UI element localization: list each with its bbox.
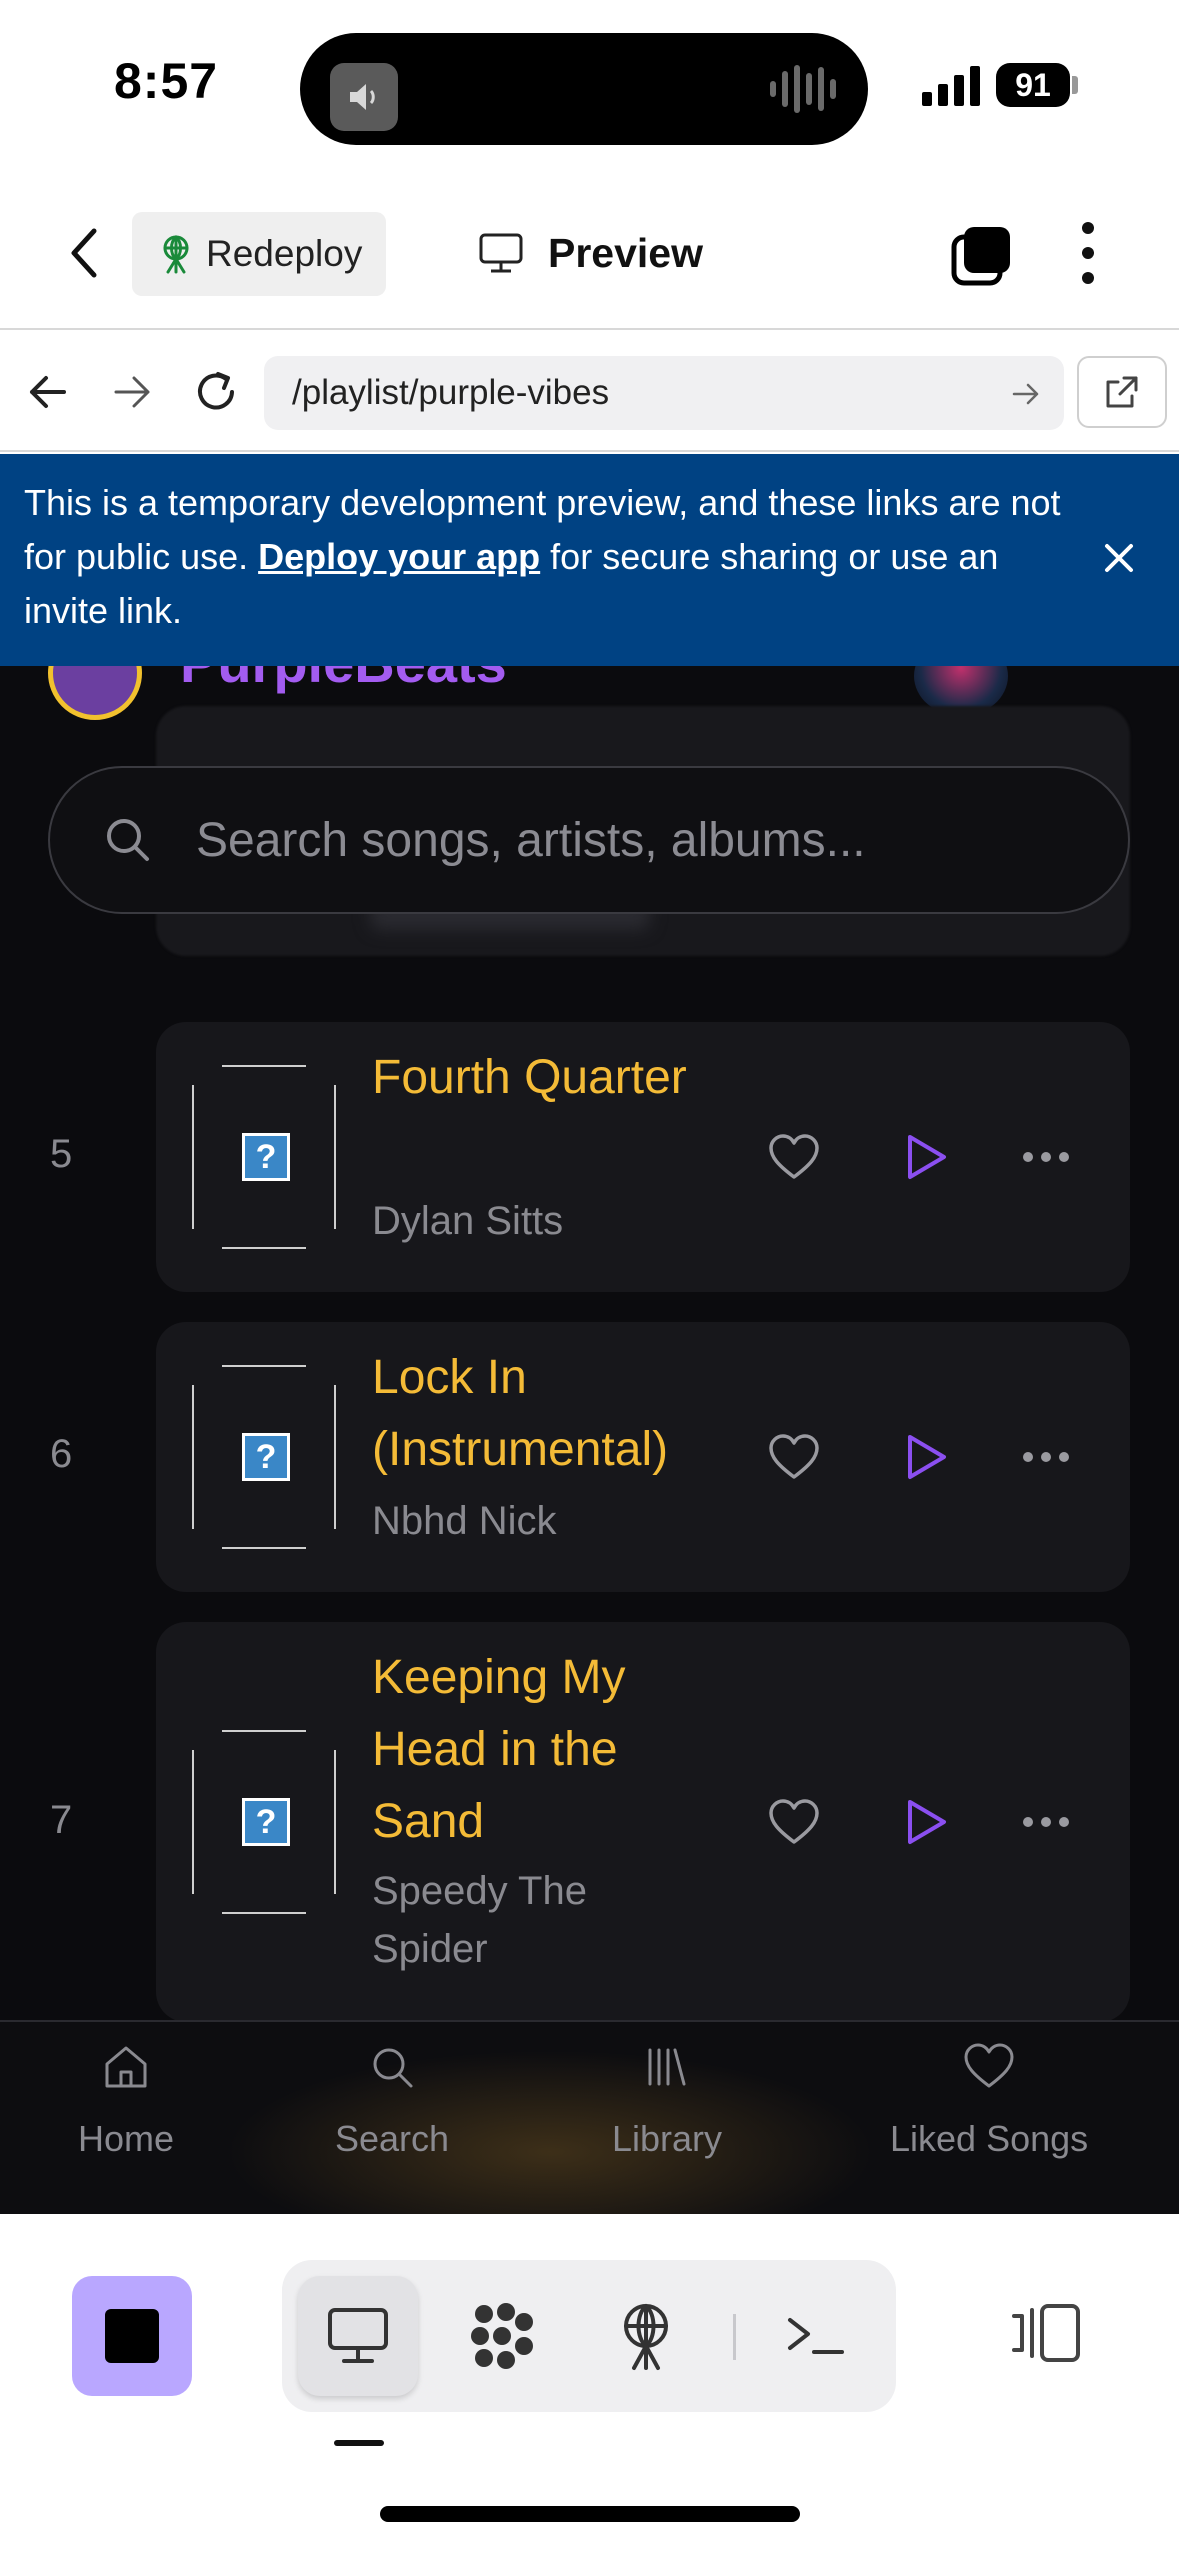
- apps-tool-button[interactable]: [442, 2276, 562, 2396]
- play-icon[interactable]: [904, 1133, 948, 1181]
- track-row[interactable]: ? Keeping My Head in the Sand Speedy The…: [156, 1622, 1130, 2022]
- brand-name: PurpleBeats: [180, 666, 507, 695]
- library-icon: [648, 2048, 686, 2086]
- nav-label: Home: [78, 2118, 175, 2159]
- monitor-icon: [328, 2308, 388, 2363]
- battery-indicator: 91: [996, 63, 1070, 107]
- cluster-icon: [471, 2303, 533, 2369]
- track-artist[interactable]: Nbhd Nick: [372, 1492, 672, 1550]
- battery-tip: [1072, 76, 1078, 94]
- split-panel-icon[interactable]: [1012, 2302, 1082, 2364]
- nav-library[interactable]: Library: [612, 2040, 722, 2160]
- heart-icon: [964, 2043, 1014, 2088]
- app-bottom-nav: Home Search Library Liked Songs: [0, 2020, 1179, 2214]
- back-chevron-icon[interactable]: [60, 223, 110, 283]
- track-number: 5: [50, 1132, 73, 1176]
- search-icon: [373, 2048, 413, 2088]
- dynamic-island: [300, 33, 868, 145]
- redeploy-button[interactable]: Redeploy: [132, 212, 386, 296]
- deploy-tool-button[interactable]: [586, 2276, 706, 2396]
- brand-logo: [48, 666, 142, 720]
- track-title[interactable]: Lock In (Instrumental): [372, 1342, 702, 1486]
- close-icon[interactable]: [1099, 538, 1139, 578]
- more-horizontal-icon[interactable]: [1022, 1816, 1070, 1828]
- toolbar-separator: [733, 2314, 736, 2360]
- stop-icon: [105, 2309, 159, 2363]
- more-horizontal-icon[interactable]: [1022, 1151, 1070, 1163]
- like-heart-icon[interactable]: [768, 1133, 820, 1181]
- home-indicator: [380, 2506, 800, 2522]
- play-icon[interactable]: [904, 1798, 948, 1846]
- track-number: 6: [50, 1432, 73, 1476]
- track-title[interactable]: Fourth Quarter: [372, 1042, 702, 1114]
- status-bar: 8:57 91: [0, 0, 1179, 175]
- play-icon[interactable]: [904, 1433, 948, 1481]
- browser-forward-icon[interactable]: [106, 366, 158, 418]
- track-row[interactable]: ? Fourth Quarter Dylan Sitts: [156, 1022, 1130, 1292]
- external-link-icon: [1106, 376, 1138, 408]
- nav-label: Liked Songs: [890, 2118, 1089, 2159]
- missing-image-icon: ?: [242, 1133, 290, 1181]
- tabs-icon[interactable]: [950, 225, 1012, 287]
- deploy-antenna-icon: [624, 2304, 668, 2370]
- browser-bar: /playlist/purple-vibes: [0, 332, 1179, 452]
- track-number: 7: [50, 1798, 73, 1842]
- stop-button[interactable]: [72, 2276, 192, 2396]
- nav-label: Search: [335, 2118, 450, 2159]
- track-artist[interactable]: Speedy The Spider: [372, 1862, 672, 1978]
- go-arrow-icon[interactable]: [1010, 378, 1042, 410]
- preview-tool-button[interactable]: [298, 2276, 418, 2396]
- like-heart-icon[interactable]: [768, 1433, 820, 1481]
- more-options-icon[interactable]: [1076, 220, 1100, 286]
- app-viewport: PurpleBeats Search songs, artists, album…: [0, 666, 1179, 2214]
- preview-tab[interactable]: Preview: [478, 217, 703, 289]
- album-cover: ?: [192, 1065, 336, 1249]
- home-icon: [105, 2046, 147, 2088]
- url-input[interactable]: /playlist/purple-vibes: [264, 356, 1064, 430]
- redeploy-label: Redeploy: [206, 233, 363, 274]
- more-horizontal-icon[interactable]: [1022, 1451, 1070, 1463]
- missing-image-icon: ?: [242, 1798, 290, 1846]
- deploy-antenna-icon: [163, 235, 189, 274]
- search-icon: [107, 819, 149, 861]
- monitor-icon: [479, 233, 523, 273]
- nav-label: Library: [612, 2118, 723, 2159]
- album-cover: ?: [192, 1365, 336, 1549]
- shell-tool-button[interactable]: [756, 2276, 876, 2396]
- speaker-icon: [330, 63, 398, 131]
- reload-icon[interactable]: [190, 366, 242, 418]
- album-cover: ?: [192, 1730, 336, 1914]
- missing-image-icon: ?: [242, 1433, 290, 1481]
- preview-label: Preview: [548, 229, 703, 276]
- track-row[interactable]: ? Lock In (Instrumental) Nbhd Nick: [156, 1322, 1130, 1592]
- deploy-app-link[interactable]: Deploy your app: [258, 536, 540, 577]
- ide-app-bar: Redeploy Preview: [0, 175, 1179, 330]
- browser-back-icon[interactable]: [22, 366, 74, 418]
- nav-home[interactable]: Home: [78, 2040, 174, 2160]
- nav-glow: [200, 2042, 900, 2214]
- search-input[interactable]: Search songs, artists, albums...: [48, 766, 1130, 914]
- search-placeholder: Search songs, artists, albums...: [196, 813, 866, 867]
- active-tab-indicator: [334, 2440, 384, 2446]
- nav-liked-songs[interactable]: Liked Songs: [890, 2040, 1088, 2160]
- like-heart-icon[interactable]: [768, 1798, 820, 1846]
- track-artist[interactable]: Dylan Sitts: [372, 1192, 672, 1250]
- track-title[interactable]: Keeping My Head in the Sand: [372, 1642, 702, 1858]
- terminal-icon: [788, 2318, 844, 2354]
- cellular-signal-icon: [922, 66, 980, 106]
- dev-preview-banner: This is a temporary development preview,…: [0, 454, 1179, 666]
- open-external-button[interactable]: [1077, 356, 1167, 428]
- nav-search[interactable]: Search: [335, 2040, 449, 2160]
- url-text: /playlist/purple-vibes: [292, 373, 610, 412]
- status-time: 8:57: [114, 53, 219, 109]
- tool-switcher: [282, 2260, 896, 2412]
- audio-wave-icon: [770, 65, 836, 113]
- ide-toolbar: [0, 2214, 1179, 2556]
